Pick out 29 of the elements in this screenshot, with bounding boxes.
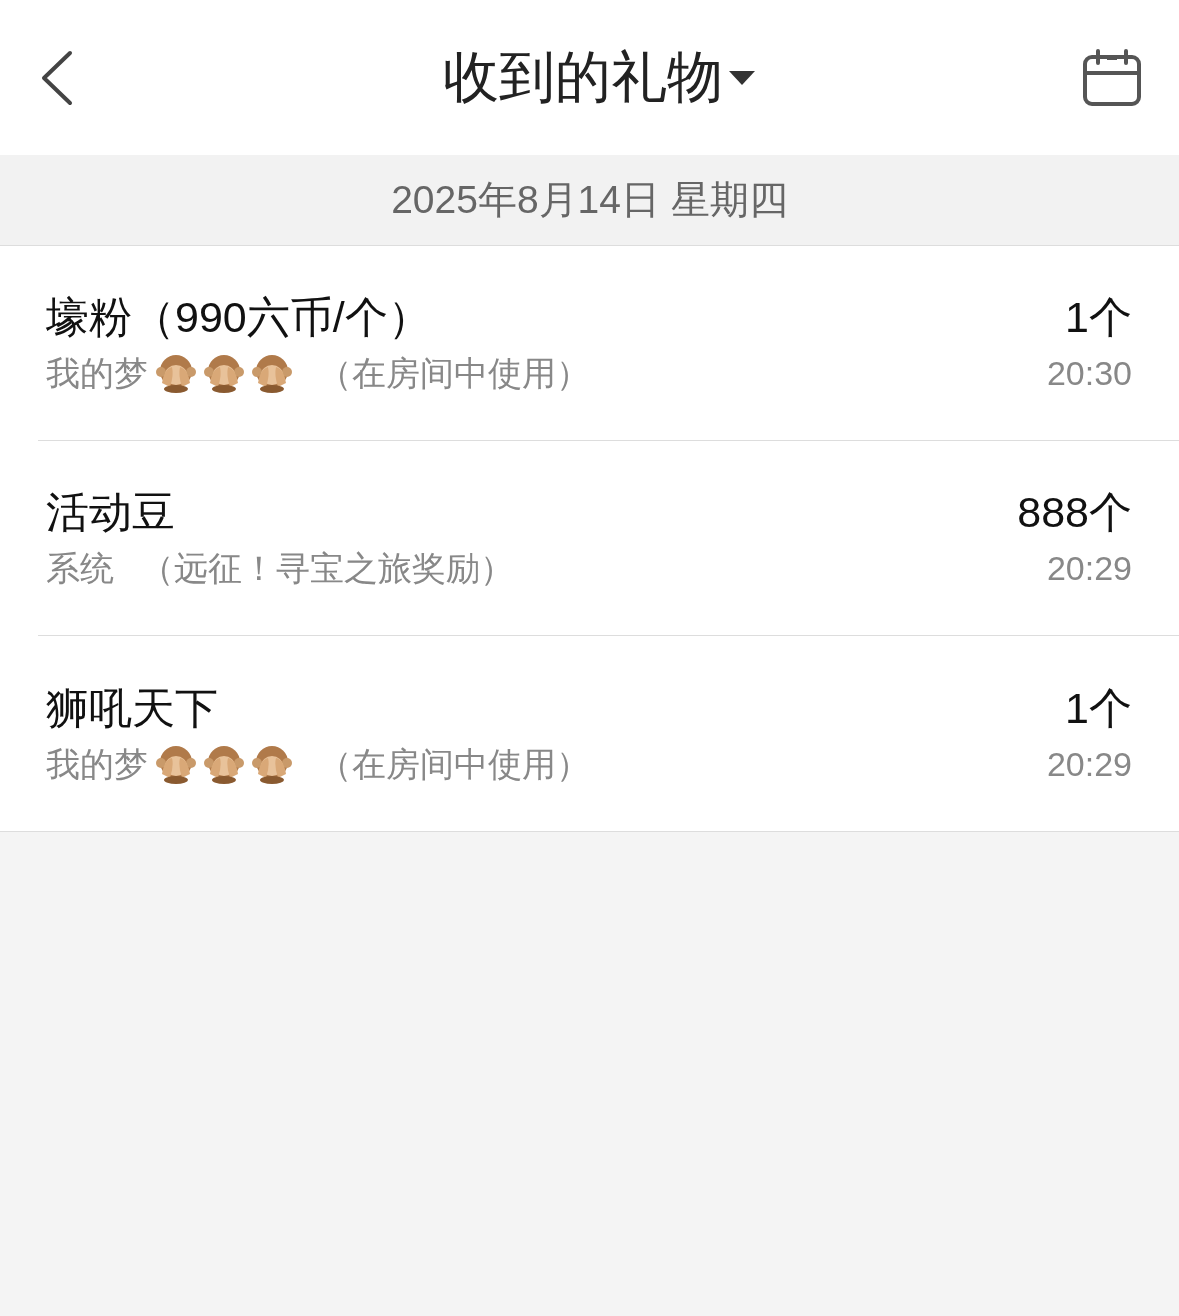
gift-time: 20:30 xyxy=(1046,353,1132,394)
gift-row[interactable]: 狮吼天下 我的梦 （在房间中使用） 1个 20:29 xyxy=(38,636,1179,831)
back-icon[interactable] xyxy=(40,49,74,106)
gift-source: （在房间中使用） xyxy=(318,743,590,785)
gift-source: （在房间中使用） xyxy=(318,353,590,394)
monkey-icon xyxy=(252,353,292,393)
gift-time: 20:29 xyxy=(1046,548,1132,589)
monkey-icon xyxy=(204,743,244,784)
gift-count: 888个 xyxy=(1017,487,1132,538)
gift-row[interactable]: 壕粉（990六币/个） 我的梦 （在房间中使用） 1个 20:30 xyxy=(38,246,1179,441)
monkey-icon xyxy=(204,353,244,393)
gift-name: 活动豆 xyxy=(46,487,176,538)
monkey-icon xyxy=(156,353,196,393)
sender-name: 我的梦 xyxy=(46,743,148,785)
sender-name: 我的梦 xyxy=(46,353,148,394)
gift-time: 20:29 xyxy=(1046,743,1132,785)
gift-name: 壕粉（990六币/个） xyxy=(46,292,432,343)
gift-source: （远征！寻宝之旅奖励） xyxy=(140,548,514,589)
monkey-icon xyxy=(252,743,292,784)
sender-name: 系统 xyxy=(46,548,114,589)
gift-count: 1个 xyxy=(1065,292,1132,343)
caret-icon xyxy=(728,70,755,85)
title-dropdown[interactable]: 收到的礼物 xyxy=(442,39,755,116)
gift-count: 1个 xyxy=(1065,682,1132,734)
monkey-icon xyxy=(156,743,196,784)
gift-row[interactable]: 活动豆 系统 （远征！寻宝之旅奖励） 888个 20:29 xyxy=(38,441,1179,636)
calendar-icon[interactable] xyxy=(1083,48,1141,107)
date-label: 2025年8月14日 星期四 xyxy=(391,177,788,223)
gift-name: 狮吼天下 xyxy=(46,682,219,734)
